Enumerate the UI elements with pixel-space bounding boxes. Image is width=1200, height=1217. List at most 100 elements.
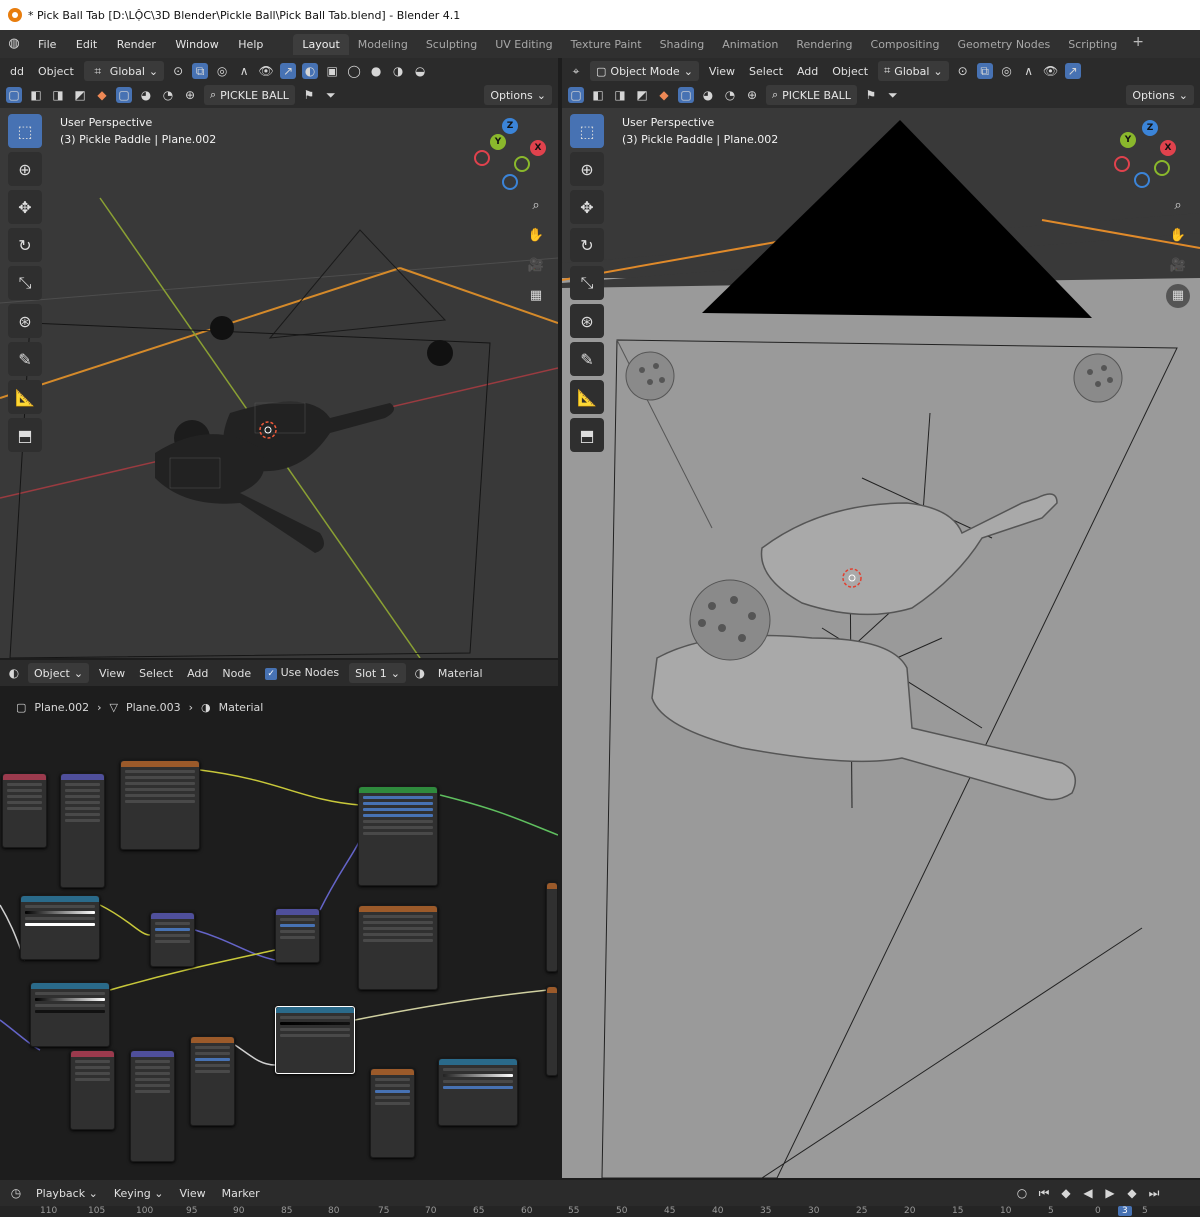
menu-render[interactable]: Render [117, 38, 156, 51]
use-nodes-checkbox[interactable]: ✓ Use Nodes [261, 666, 343, 680]
blender-menu-icon[interactable]: ◍ [6, 36, 22, 52]
tab-animation[interactable]: Animation [713, 34, 787, 55]
color-ramp-node[interactable] [20, 895, 100, 960]
mode-dropdown[interactable]: ▢ Object Mode ⌄ [590, 61, 699, 81]
node-object-dropdown[interactable]: Object ⌄ [28, 663, 90, 683]
keying-menu[interactable]: Keying ⌄ [110, 1187, 168, 1200]
filter-other-icon[interactable]: ⊕ [744, 87, 760, 103]
filter-camera-icon[interactable]: ◔ [160, 87, 176, 103]
filter-light-icon[interactable]: ◕ [138, 87, 154, 103]
pivot-icon[interactable]: ⊙ [955, 63, 971, 79]
tab-scripting[interactable]: Scripting [1059, 34, 1126, 55]
breadcrumb-object[interactable]: Plane.002 [34, 701, 89, 714]
bump-node[interactable] [150, 912, 195, 967]
select-box-icon[interactable]: ▢ [568, 87, 584, 103]
gizmo-toggle-icon[interactable]: ↗ [280, 63, 297, 79]
filter-light-icon[interactable]: ◕ [700, 87, 716, 103]
select-mode-icon-3[interactable]: ◩ [72, 87, 88, 103]
left-nav-gizmo[interactable]: Z Y X [470, 116, 550, 196]
mapping-node-2[interactable] [130, 1050, 175, 1162]
prev-keyframe-icon[interactable]: ◆ [1058, 1185, 1074, 1201]
color-ramp-node-2[interactable] [30, 982, 110, 1047]
grid-icon[interactable]: ▦ [1166, 284, 1190, 308]
jump-end-icon[interactable]: ⏭ [1146, 1185, 1162, 1201]
falloff-icon[interactable]: ∧ [236, 63, 252, 79]
menu-window[interactable]: Window [175, 38, 218, 51]
material-field[interactable]: Material [434, 667, 487, 680]
frame-ruler[interactable]: 110 105 100 95 90 85 80 75 70 65 60 55 5… [0, 1206, 1200, 1217]
snap-icon[interactable]: ⧉ [192, 63, 209, 79]
zoom-icon[interactable]: ⌕ [1166, 194, 1190, 218]
gizmo-neg-x-icon[interactable] [474, 150, 490, 166]
timeline-view-menu[interactable]: View [175, 1187, 209, 1200]
right-add-menu[interactable]: Add [793, 65, 822, 78]
record-icon[interactable]: ○ [1014, 1185, 1030, 1201]
image-texture-node[interactable] [120, 760, 200, 850]
node-view-menu[interactable]: View [95, 667, 129, 680]
tab-sculpting[interactable]: Sculpting [417, 34, 486, 55]
material-browse-icon[interactable]: ◑ [412, 665, 428, 681]
texture-coordinate-node[interactable] [2, 773, 47, 848]
node-select-menu[interactable]: Select [135, 667, 177, 680]
gizmo-neg-z-icon[interactable] [502, 174, 518, 190]
add-cube-tool-icon[interactable]: ⬒ [8, 418, 42, 452]
right-nav-gizmo[interactable]: Z Y X [1114, 116, 1194, 196]
left-orientation-dropdown[interactable]: ⌗ Global ⌄ [83, 61, 165, 81]
node-node-menu[interactable]: Node [218, 667, 255, 680]
node-editor-canvas[interactable] [0, 720, 558, 1180]
zoom-icon[interactable]: ⌕ [524, 194, 548, 218]
pan-hand-icon[interactable]: ✋ [1166, 224, 1190, 248]
gizmo-x-axis[interactable]: X [1160, 140, 1176, 156]
image-texture-node-2[interactable] [358, 905, 438, 990]
xray-icon[interactable]: ▣ [324, 63, 340, 79]
editor-type-icon[interactable]: ◷ [8, 1185, 24, 1201]
play-icon[interactable]: ▶ [1102, 1185, 1118, 1201]
gizmo-y-axis[interactable]: Y [1120, 132, 1136, 148]
gizmo-neg-y-icon[interactable] [1154, 160, 1170, 176]
partial-node-right[interactable] [546, 882, 558, 972]
left-viewport[interactable]: ⬚ ⊕ ✥ ↻ ⤡ ⊛ ✎ 📐 ⬒ User Perspective (3) P… [0, 108, 558, 658]
editor-type-icon[interactable]: ◐ [6, 665, 22, 681]
camera-icon[interactable]: 🎥 [524, 254, 548, 278]
right-select-menu[interactable]: Select [745, 65, 787, 78]
tab-rendering[interactable]: Rendering [787, 34, 861, 55]
filter-icon[interactable]: ⏷ [323, 87, 339, 103]
select-box-icon[interactable]: ▢ [6, 87, 22, 103]
measure-tool-icon[interactable]: 📐 [570, 380, 604, 414]
texture-coordinate-node-2[interactable] [70, 1050, 115, 1130]
cursor-tool-icon[interactable]: ⊕ [570, 152, 604, 186]
overlay-icon[interactable]: ◐ [302, 63, 319, 79]
right-collection-search[interactable]: ⌕ PICKLE BALL [766, 85, 857, 105]
grid-icon[interactable]: ▦ [524, 284, 548, 308]
select-mode-icon-3[interactable]: ◩ [634, 87, 650, 103]
transform-tool-icon[interactable]: ⊛ [570, 304, 604, 338]
menu-edit[interactable]: Edit [76, 38, 97, 51]
tab-modeling[interactable]: Modeling [349, 34, 417, 55]
visibility-icon[interactable]: 👁 [258, 63, 274, 79]
gizmo-neg-y-icon[interactable] [514, 156, 530, 172]
color-ramp-node-3[interactable] [438, 1058, 518, 1126]
left-options-button[interactable]: Options ⌄ [484, 85, 552, 105]
select-mode-icon-2[interactable]: ◨ [50, 87, 66, 103]
color-ramp-node-selected[interactable] [275, 1006, 355, 1074]
rotate-tool-icon[interactable]: ↻ [570, 228, 604, 262]
add-cube-tool-icon[interactable]: ⬒ [570, 418, 604, 452]
rotate-tool-icon[interactable]: ↻ [8, 228, 42, 262]
gizmo-x-axis[interactable]: X [530, 140, 546, 156]
playback-menu[interactable]: Playback ⌄ [32, 1187, 102, 1200]
visibility-icon[interactable]: 👁 [1043, 63, 1059, 79]
snap-icon[interactable]: ⧉ [976, 63, 993, 79]
pan-hand-icon[interactable]: ✋ [524, 224, 548, 248]
noise-texture-node[interactable] [190, 1036, 235, 1126]
select-tool-icon[interactable]: ⬚ [570, 114, 604, 148]
camera-icon[interactable]: 🎥 [1166, 254, 1190, 278]
pivot-icon[interactable]: ⊙ [170, 63, 186, 79]
collection-color-icon[interactable]: ◆ [656, 87, 672, 103]
breadcrumb-mesh[interactable]: Plane.003 [126, 701, 181, 714]
right-object-menu[interactable]: Object [828, 65, 872, 78]
select-tool-icon[interactable]: ⬚ [8, 114, 42, 148]
gizmo-y-axis[interactable]: Y [490, 134, 506, 150]
add-workspace-icon[interactable]: + [1126, 34, 1150, 55]
select-mode-icon-2[interactable]: ◨ [612, 87, 628, 103]
select-mode-icon[interactable]: ◧ [28, 87, 44, 103]
